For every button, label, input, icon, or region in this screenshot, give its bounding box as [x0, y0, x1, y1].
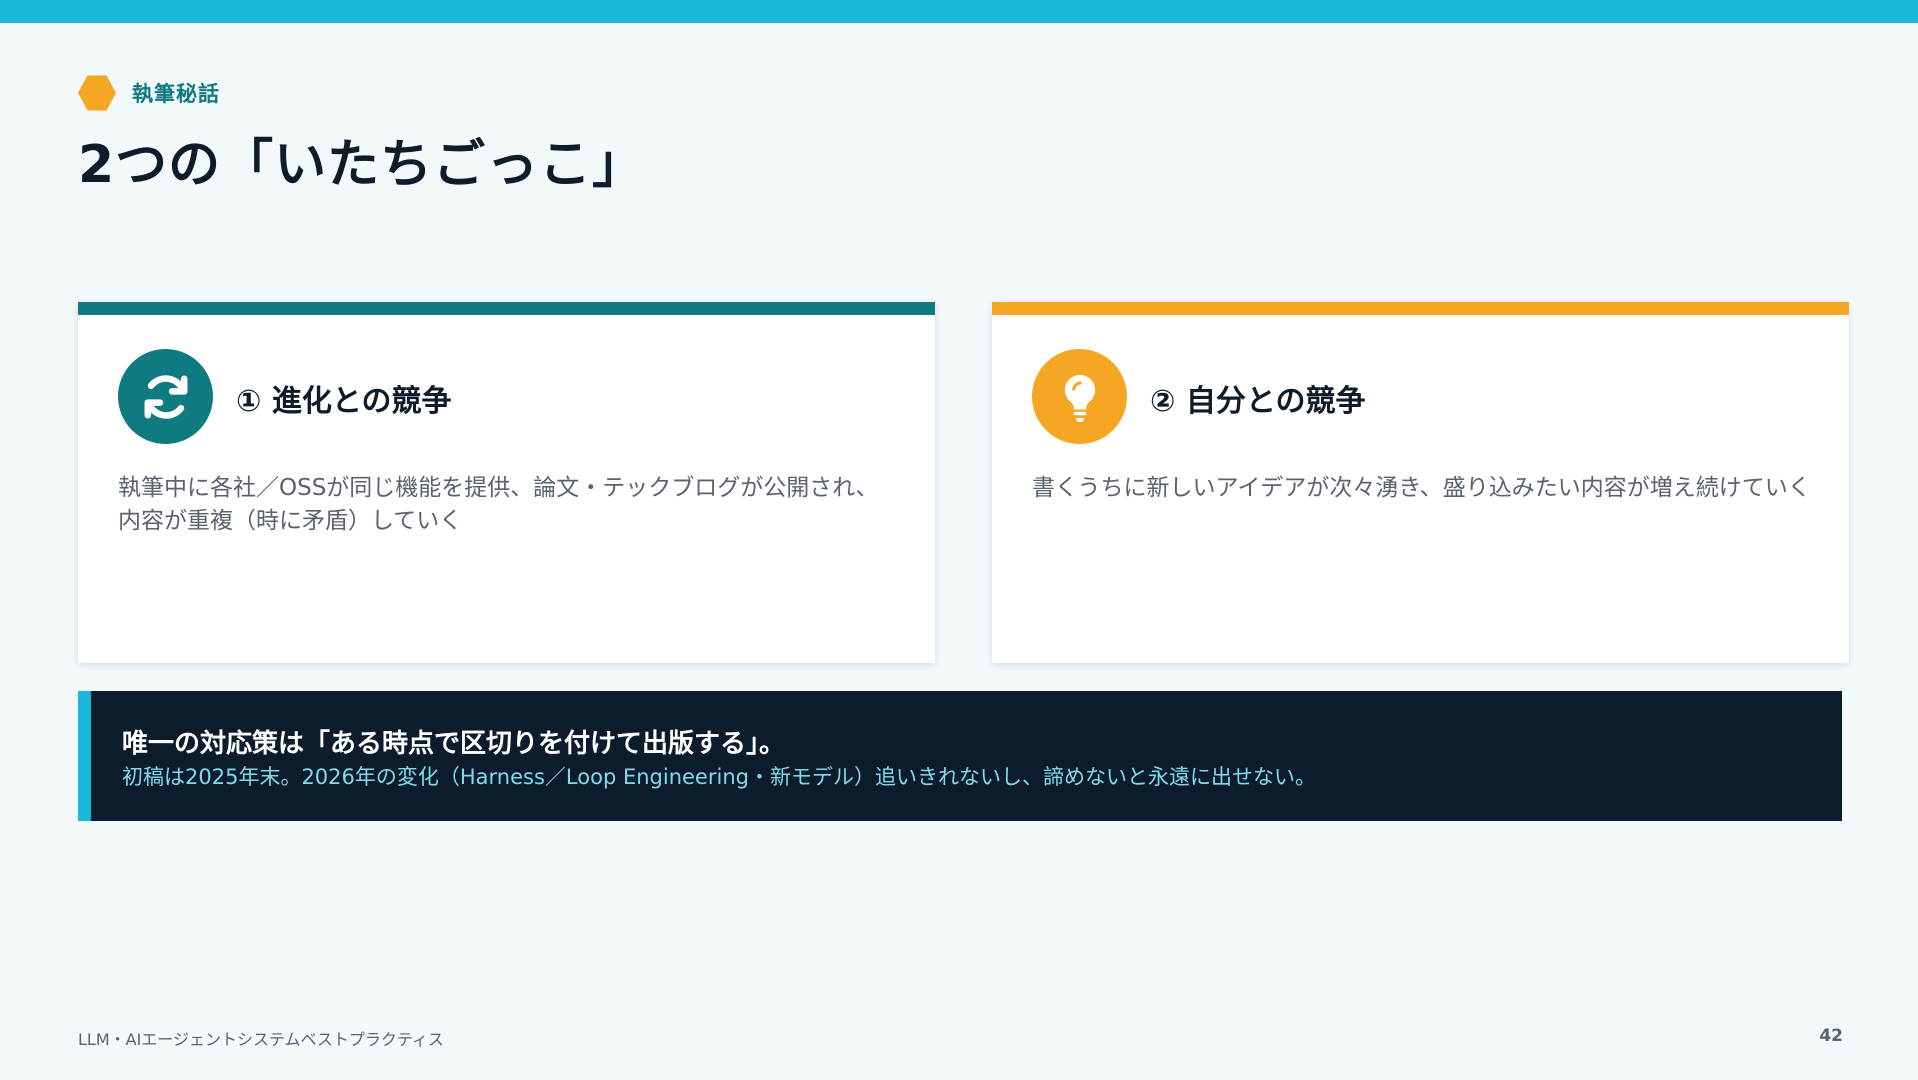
card-body: 執筆中に各社／OSSが同じ機能を提供、論文・テックブログが公開され、内容が重複（…	[118, 475, 879, 534]
card-self: ② 自分との競争 書くうちに新しいアイデアが次々湧き、盛り込みたい内容が増え続け…	[992, 302, 1849, 663]
conclusion-callout: 唯一の対応策は「ある時点で区切りを付けて出版する」。 初稿は2025年末。202…	[78, 691, 1842, 821]
top-accent-bar	[0, 0, 1918, 23]
refresh-icon	[118, 349, 213, 444]
lightbulb-icon	[1032, 349, 1127, 444]
section-eyebrow: 執筆秘話	[78, 74, 220, 112]
eyebrow-label: 執筆秘話	[132, 82, 220, 106]
card-top-bar	[992, 302, 1849, 315]
card-heading: ② 自分との競争	[1150, 384, 1366, 419]
card-evolution: ① 進化との競争 執筆中に各社／OSSが同じ機能を提供、論文・テックブログが公開…	[78, 302, 935, 663]
footer-title: LLM・AIエージェントシステムベストプラクティス	[78, 1030, 444, 1049]
callout-sub-text: 初稿は2025年末。2026年の変化（Harness／Loop Engineer…	[122, 765, 1316, 789]
callout-accent-bar	[78, 691, 91, 821]
page-title: 2つの「いたちごっこ」	[78, 135, 646, 195]
slide: 執筆秘話 2つの「いたちごっこ」 ① 進化との競争 執筆中に各社／OSSが同じ機…	[0, 0, 1918, 1080]
card-body: 書くうちに新しいアイデアが次々湧き、盛り込みたい内容が増え続けていく	[1032, 475, 1811, 501]
hexagon-icon	[78, 75, 116, 111]
card-top-bar	[78, 302, 935, 315]
card-heading: ① 進化との競争	[236, 384, 452, 419]
callout-main-text: 唯一の対応策は「ある時点で区切りを付けて出版する」。	[122, 729, 786, 759]
page-number: 42	[1819, 1026, 1843, 1046]
